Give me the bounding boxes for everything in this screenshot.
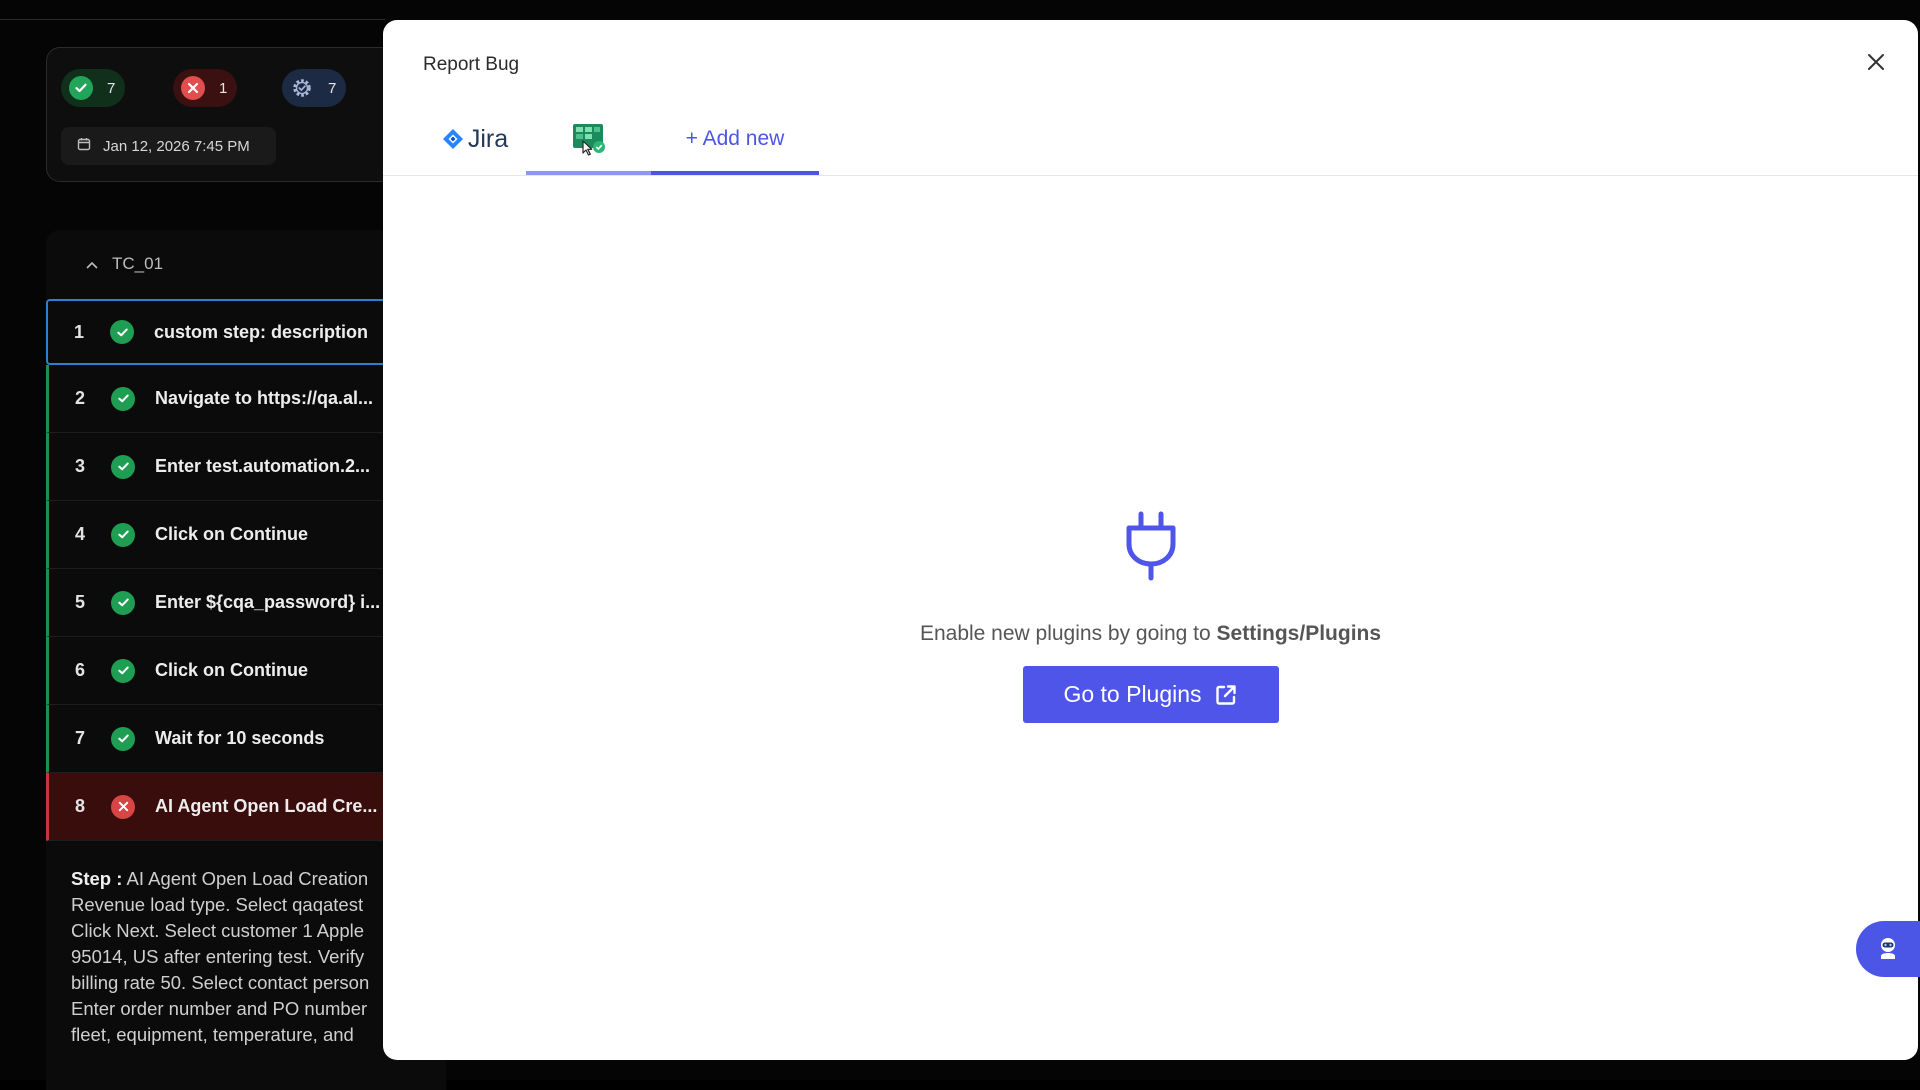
step-text: Wait for 10 seconds (155, 728, 325, 748)
modal-title: Report Bug (423, 54, 520, 75)
plugin-grid-icon (572, 124, 605, 156)
enable-plugins-message: Enable new plugins by going to Settings/… (383, 622, 1918, 646)
tab-underline-active (651, 171, 819, 175)
message-prefix: Enable new plugins by going to (919, 622, 1211, 645)
x-icon (111, 794, 135, 819)
tab-add-new[interactable]: + Add new (651, 102, 819, 176)
jira-logo-icon (442, 129, 463, 149)
external-link-icon (1215, 684, 1236, 705)
divider (0, 19, 385, 20)
plug-icon (1126, 511, 1175, 581)
chevron-up-icon (86, 254, 98, 274)
step-number: 5 (74, 592, 85, 612)
testcase-name: TC_01 (112, 254, 164, 273)
testcase-header[interactable]: TC_01 (86, 254, 163, 274)
gear-check-icon (290, 76, 314, 100)
run-date: Jan 12, 2026 7:45 PM (103, 137, 250, 155)
tab-jira-label: Jira (467, 124, 509, 153)
tab-underline (526, 171, 651, 175)
detail-line: AI Agent Open Load Creation (126, 868, 369, 889)
check-icon (111, 726, 135, 751)
step-number: 4 (74, 524, 85, 544)
failed-count: 1 (219, 79, 228, 97)
healed-count-badge[interactable]: 7 (282, 69, 347, 107)
step-number: 2 (74, 388, 85, 408)
x-icon (181, 76, 205, 100)
close-icon (1868, 54, 1884, 70)
calendar-icon (77, 137, 91, 155)
passed-count: 7 (107, 79, 116, 97)
check-icon (111, 522, 135, 547)
step-text: AI Agent Open Load Cre... (155, 796, 378, 816)
go-to-plugins-label: Go to Plugins (1063, 681, 1202, 707)
passed-count-badge[interactable]: 7 (61, 69, 126, 107)
tab-plugin[interactable] (526, 102, 651, 176)
settings-plugins-path: Settings/Plugins (1216, 622, 1382, 645)
step-text: Enter test.automation.2... (155, 456, 371, 476)
step-text: Click on Continue (155, 524, 308, 544)
step-text: custom step: description (154, 321, 369, 342)
step-number: 3 (74, 456, 85, 476)
step-number: 7 (74, 728, 85, 748)
tab-add-new-label: + Add new (685, 127, 785, 150)
step-text: Navigate to https://qa.al... (155, 388, 374, 408)
check-icon (111, 658, 135, 683)
plugin-tabs: Jira + Add new (383, 102, 1918, 176)
step-number: 6 (74, 660, 85, 680)
check-icon (111, 590, 135, 615)
step-number: 1 (73, 321, 84, 342)
check-icon (69, 76, 93, 100)
step-detail-label: Step : (71, 868, 123, 889)
robot-icon (1881, 938, 1895, 959)
tab-jira[interactable]: Jira (425, 102, 525, 176)
failed-count-badge[interactable]: 1 (173, 69, 238, 107)
assistant-button[interactable] (1856, 921, 1920, 977)
step-number: 8 (74, 796, 85, 816)
run-date-chip: Jan 12, 2026 7:45 PM (61, 127, 276, 165)
check-icon (110, 320, 134, 344)
check-icon (111, 454, 135, 479)
report-bug-modal: Report Bug Jira + Add new Enable new plu… (383, 20, 1918, 1060)
healed-count: 7 (328, 79, 337, 97)
close-button[interactable] (1860, 46, 1892, 78)
step-text: Click on Continue (155, 660, 308, 680)
go-to-plugins-button[interactable]: Go to Plugins (1022, 666, 1279, 723)
check-icon (111, 386, 135, 411)
step-text: Enter ${cqa_password} i... (155, 592, 381, 612)
plugins-empty-state: Enable new plugins by going to Settings/… (383, 510, 1918, 723)
